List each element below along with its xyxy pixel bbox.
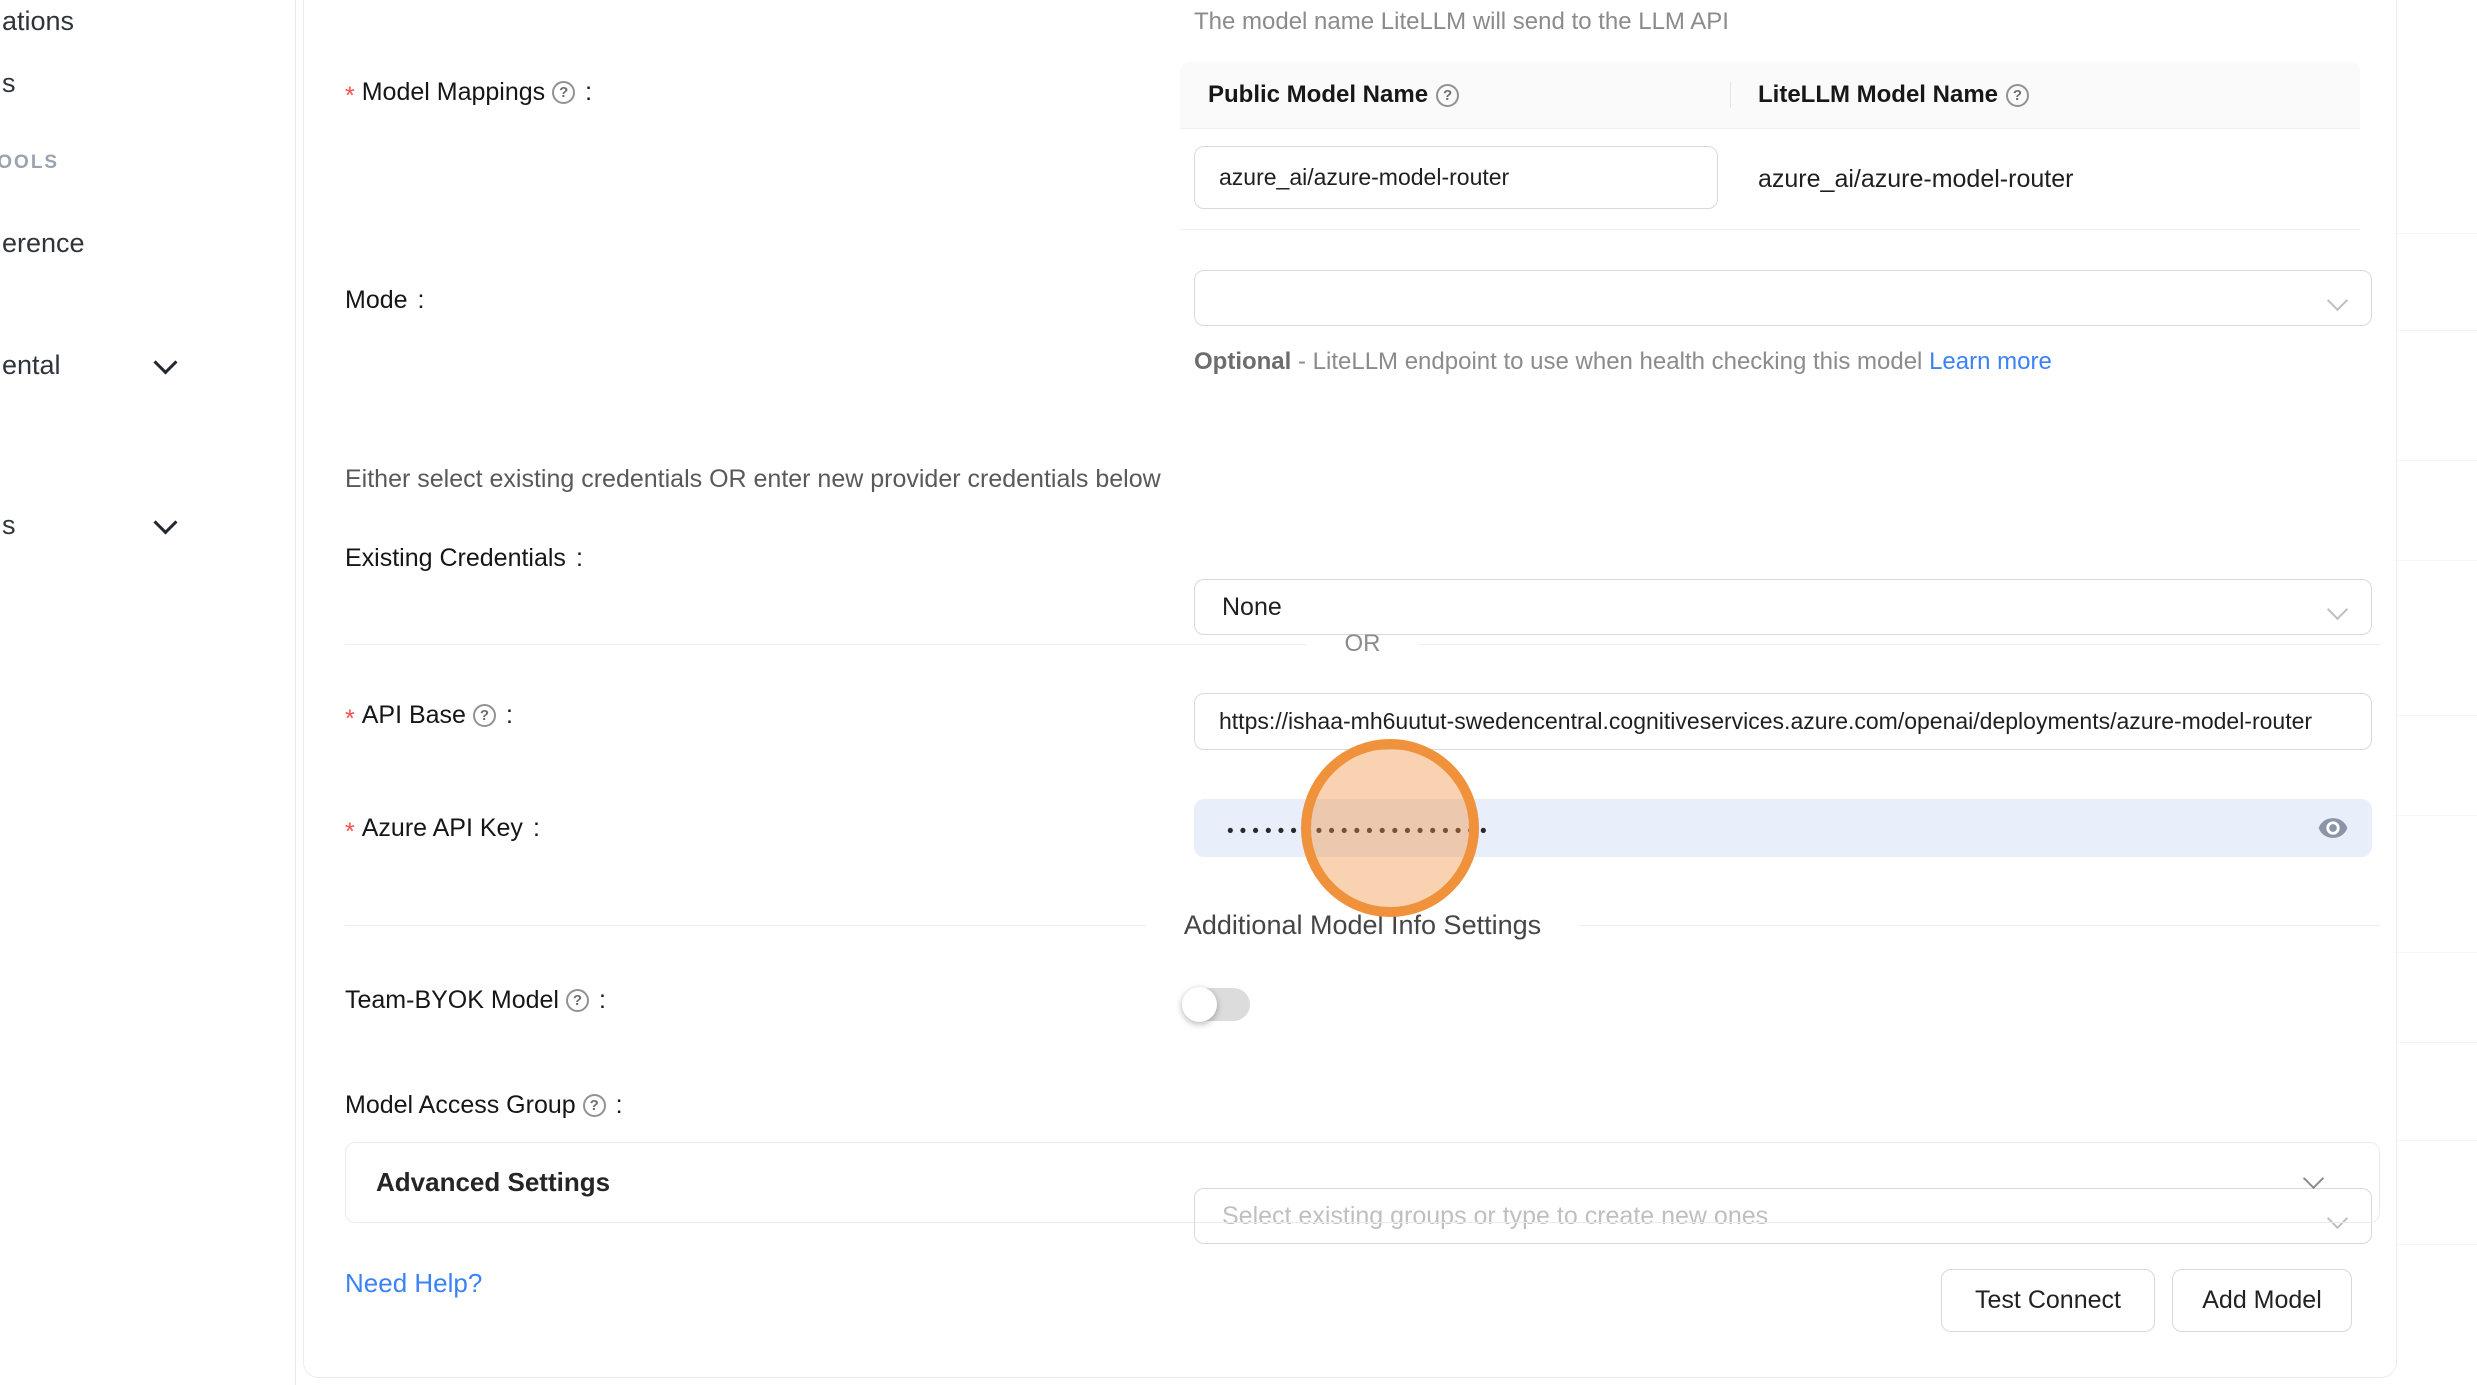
model-mappings-label: Model Mappings <box>345 75 592 109</box>
chevron-down-icon[interactable] <box>153 510 177 534</box>
background-row-line <box>2397 1244 2477 1245</box>
help-icon[interactable] <box>566 989 589 1012</box>
background-row-line <box>2397 560 2477 561</box>
click-indicator <box>1301 739 1479 917</box>
or-divider: OR <box>345 630 2380 658</box>
help-icon[interactable] <box>2006 84 2029 107</box>
help-icon[interactable] <box>552 81 575 104</box>
background-row-line <box>2397 330 2477 331</box>
eye-icon[interactable] <box>2316 811 2350 845</box>
background-row-line <box>2397 1140 2477 1141</box>
sidebar-item-experimental[interactable]: ental <box>2 350 61 381</box>
team-byok-label: Team-BYOK Model <box>345 983 606 1017</box>
azure-api-key-label: Azure API Key <box>345 811 540 845</box>
sidebar: ations s TOOLS erence ental s <box>0 0 295 1385</box>
background-row-line <box>2397 233 2477 234</box>
model-access-group-label: Model Access Group <box>345 1088 623 1122</box>
background-row-line <box>2397 815 2477 816</box>
public-model-name-input[interactable] <box>1194 146 1718 209</box>
learn-more-link[interactable]: Learn more <box>1929 348 2052 375</box>
mode-label: Mode <box>345 283 425 317</box>
toggle-knob <box>1182 987 1217 1022</box>
sidebar-item-users[interactable]: s <box>2 68 16 99</box>
sidebar-item-organizations[interactable]: ations <box>2 6 74 37</box>
mode-select[interactable] <box>1194 270 2372 326</box>
required-asterisk <box>345 827 355 837</box>
sidebar-item-settings[interactable]: s <box>2 510 16 541</box>
background-row-line <box>2397 952 2477 953</box>
advanced-settings-title: Advanced Settings <box>376 1167 610 1198</box>
column-divider <box>1730 82 1731 108</box>
model-name-hint: The model name LiteLLM will send to the … <box>1194 8 1729 36</box>
test-connect-button[interactable]: Test Connect <box>1941 1269 2155 1332</box>
required-asterisk <box>345 714 355 724</box>
api-base-label: API Base <box>345 698 513 732</box>
sidebar-section-tools: TOOLS <box>0 152 59 174</box>
table-header-row: Public Model Name LiteLLM Model Name <box>1180 62 2360 129</box>
help-icon[interactable] <box>583 1094 606 1117</box>
background-row-line <box>2397 715 2477 716</box>
mode-help-text: Optional - LiteLLM endpoint to use when … <box>1194 342 2374 382</box>
team-byok-toggle[interactable] <box>1184 988 1250 1021</box>
table-row: azure_ai/azure-model-router <box>1180 129 2360 230</box>
chevron-down-icon <box>2303 1168 2324 1189</box>
need-help-link[interactable]: Need Help? <box>345 1268 482 1299</box>
background-row-line <box>2397 1042 2477 1043</box>
chevron-down-icon <box>2327 599 2348 620</box>
column-header-public-model-name: Public Model Name <box>1180 81 1730 109</box>
sidebar-divider <box>295 0 296 1385</box>
column-header-litellm-model-name: LiteLLM Model Name <box>1730 81 2029 109</box>
credentials-note: Either select existing credentials OR en… <box>345 465 1161 494</box>
sidebar-item-api-reference[interactable]: erence <box>2 228 85 259</box>
required-asterisk <box>345 91 355 101</box>
chevron-down-icon[interactable] <box>153 350 177 374</box>
background-row-line <box>2397 460 2477 461</box>
existing-credentials-select[interactable]: None <box>1194 579 2372 635</box>
model-mappings-table: Public Model Name LiteLLM Model Name azu… <box>1180 62 2360 230</box>
chevron-down-icon <box>2327 290 2348 311</box>
advanced-settings-panel[interactable]: Advanced Settings <box>345 1142 2380 1223</box>
existing-credentials-label: Existing Credentials <box>345 541 583 575</box>
litellm-model-name-value: azure_ai/azure-model-router <box>1758 129 2073 229</box>
add-model-button[interactable]: Add Model <box>2172 1269 2352 1332</box>
help-icon[interactable] <box>473 704 496 727</box>
add-model-form-page: ations s TOOLS erence ental s The model … <box>0 0 2477 1385</box>
help-icon[interactable] <box>1436 84 1459 107</box>
